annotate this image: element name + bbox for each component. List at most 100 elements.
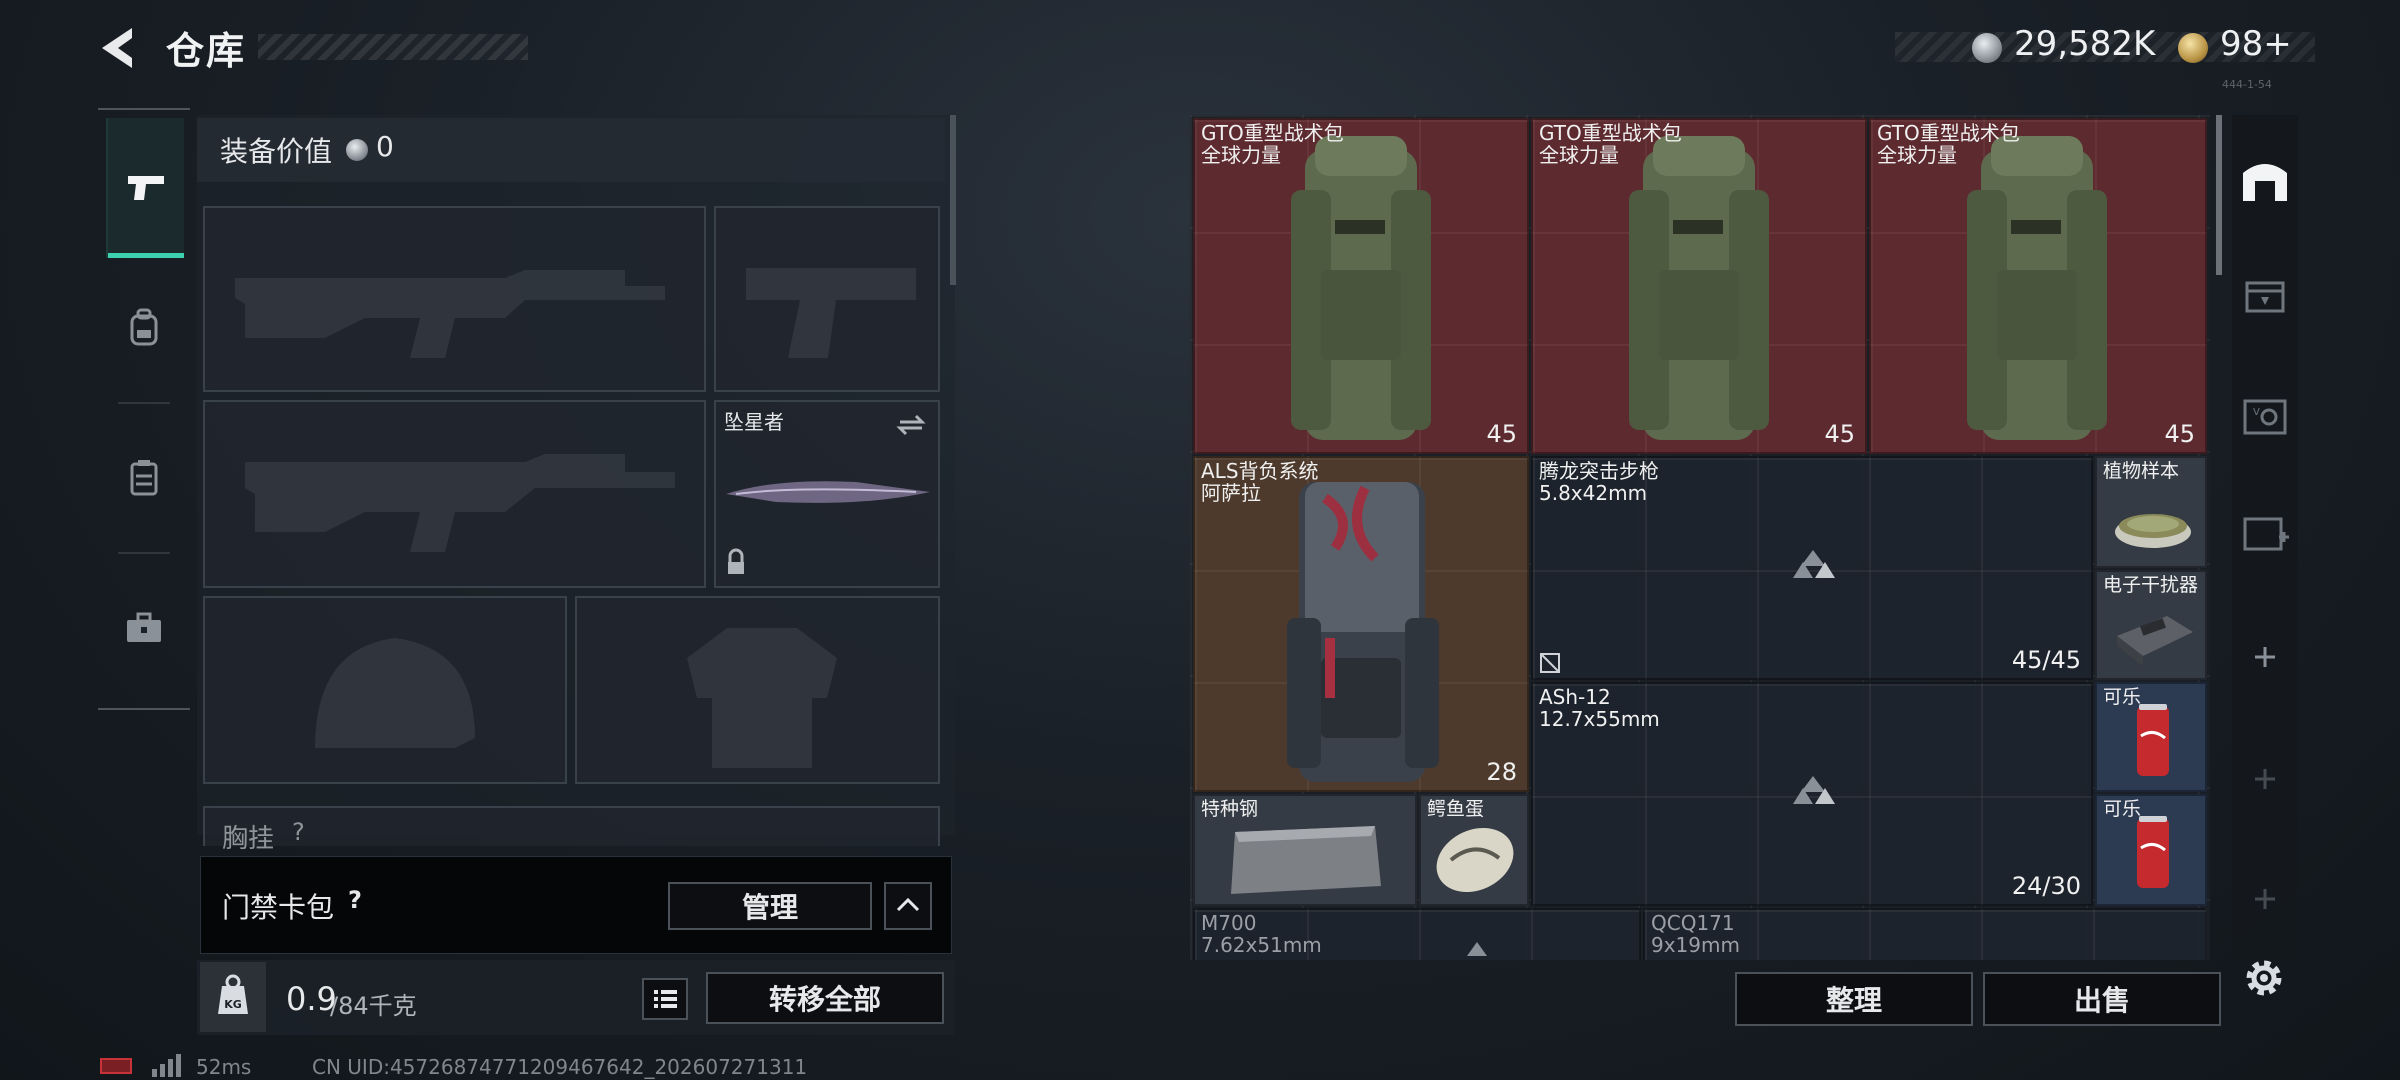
toolbox-icon xyxy=(127,612,161,642)
item-count: 45 xyxy=(1824,420,1855,448)
sell-button[interactable]: 出售 xyxy=(1983,972,2221,1026)
keycard-help-icon[interactable]: ? xyxy=(348,886,362,914)
plus-icon xyxy=(2255,769,2275,789)
stash-item-croc-egg[interactable]: 鳄鱼蛋 xyxy=(1419,794,1529,906)
list-view-button[interactable] xyxy=(642,978,688,1020)
silver-amount: 29,582K xyxy=(2014,24,2156,64)
silver-coin-icon xyxy=(1972,33,2002,63)
stash-item-pistol[interactable]: QCQ171 9x19mm xyxy=(1643,908,2207,960)
add-storage-button[interactable] xyxy=(2232,624,2298,690)
plus-icon xyxy=(2255,889,2275,909)
stash-scrollbar[interactable] xyxy=(2216,115,2222,275)
item-name: 电子干扰器 xyxy=(2103,574,2199,596)
item-name: 鳄鱼蛋 xyxy=(1427,798,1485,820)
item-count: 45 xyxy=(1486,420,1517,448)
loadout-scrollbar[interactable] xyxy=(950,115,956,285)
add-storage-button[interactable] xyxy=(2232,866,2298,932)
gold-coin-icon xyxy=(2178,33,2208,63)
back-button[interactable] xyxy=(96,24,144,72)
knife-icon xyxy=(726,414,930,574)
chest-rig-help[interactable]: ? xyxy=(292,818,305,846)
armor-silhouette-icon xyxy=(687,628,837,768)
stash-item-rifle[interactable]: ASh-12 12.7x55mm 24/30 xyxy=(1531,682,2093,906)
item-name: 可乐 xyxy=(2103,798,2142,820)
battery-icon xyxy=(100,1058,132,1074)
storage-filter-1[interactable] xyxy=(2232,262,2298,328)
equipment-value-amount: 0 xyxy=(376,130,394,163)
gold-amount[interactable]: 98+ xyxy=(2220,24,2292,64)
gear-icon xyxy=(2246,960,2282,996)
settings-button[interactable] xyxy=(2236,950,2292,1006)
backpack-icon xyxy=(130,308,158,346)
item-count: 45 xyxy=(2164,420,2195,448)
stash-item-cola[interactable]: 可乐 xyxy=(2095,794,2207,906)
item-count: 28 xyxy=(1486,758,1517,786)
item-name: M700 7.62x51mm xyxy=(1201,911,1322,957)
svg-text:V: V xyxy=(2253,407,2260,418)
storage-filter-3[interactable] xyxy=(2232,500,2298,566)
primary-weapon-slot[interactable] xyxy=(203,206,706,392)
sidearm-slot[interactable] xyxy=(714,206,940,392)
tab-backpack[interactable] xyxy=(106,258,182,398)
keycard-label: 门禁卡包 xyxy=(222,891,335,924)
storage-filter-2[interactable]: V xyxy=(2232,384,2298,450)
pistol-silhouette-icon xyxy=(746,268,916,358)
melee-slot[interactable]: 坠星者 xyxy=(714,400,940,588)
item-name: ASh-12 12.7x55mm xyxy=(1539,685,1660,731)
uid-text: CN UID:45726874771209467642_202607271311 xyxy=(312,1055,808,1079)
tab-vest[interactable] xyxy=(106,408,182,548)
silver-coin-icon xyxy=(346,139,368,161)
signal-icon xyxy=(152,1054,181,1077)
stash-item-als-bag[interactable]: ALS背负系统 阿萨拉 28 xyxy=(1193,456,1529,792)
back-arrow-icon xyxy=(102,28,132,68)
tab-weapons[interactable] xyxy=(106,118,184,258)
item-name: GTO重型战术包 全球力量 xyxy=(1877,121,2020,167)
stash-item-rifle[interactable]: 腾龙突击步枪 5.8x42mm 45/45 xyxy=(1531,456,2093,680)
backpack-icon xyxy=(1629,136,1769,440)
helmet-slot[interactable] xyxy=(203,596,567,784)
collapse-button[interactable] xyxy=(884,882,932,930)
sort-button[interactable]: 整理 xyxy=(1735,972,1973,1026)
stash-item-cola[interactable]: 可乐 xyxy=(2095,682,2207,792)
manage-button[interactable]: 管理 xyxy=(668,882,872,930)
armor-slot[interactable] xyxy=(575,596,940,784)
transfer-all-button[interactable]: 转移全部 xyxy=(706,972,944,1024)
item-name: ALS背负系统 阿萨拉 xyxy=(1201,459,1319,505)
item-count: 24/30 xyxy=(2011,872,2081,900)
item-name: 特种钢 xyxy=(1201,798,1259,820)
weight-icon: KG xyxy=(218,974,248,1014)
item-name: 腾龙突击步枪 5.8x42mm xyxy=(1539,459,1659,505)
weight-max: /84千克 xyxy=(330,992,417,1020)
title-decoration xyxy=(258,34,528,60)
plus-icon xyxy=(2255,647,2275,667)
stash-item-plant-sample[interactable]: 植物样本 xyxy=(2095,456,2207,568)
list-icon xyxy=(654,990,677,1008)
item-name: 可乐 xyxy=(2103,686,2142,708)
chest-rig-slot[interactable] xyxy=(203,806,940,846)
tab-toolbox[interactable] xyxy=(106,558,182,698)
stash-item-jammer[interactable]: 电子干扰器 xyxy=(2095,570,2207,680)
rifle-silhouette-icon xyxy=(235,270,665,358)
backpack-icon xyxy=(1287,482,1439,782)
page-title: 仓库 xyxy=(166,29,247,73)
stash-item-sniper[interactable]: M700 7.62x51mm xyxy=(1193,908,1641,960)
storage-main-button[interactable] xyxy=(2232,146,2298,212)
stash-item-special-steel[interactable]: 特种钢 xyxy=(1193,794,1417,906)
stash-item-gto-bag[interactable]: GTO重型战术包 全球力量 45 xyxy=(1869,118,2207,454)
stash-item-gto-bag[interactable]: GTO重型战术包 全球力量 45 xyxy=(1193,118,1529,454)
safe-icon: V xyxy=(2243,399,2287,435)
add-storage-button[interactable] xyxy=(2232,746,2298,812)
chevron-up-icon xyxy=(896,897,920,912)
equipment-value-label: 装备价值 xyxy=(220,135,333,168)
rifle-silhouette-icon xyxy=(245,454,675,552)
item-name: GTO重型战术包 全球力量 xyxy=(1539,121,1682,167)
stash-item-gto-bag[interactable]: GTO重型战术包 全球力量 45 xyxy=(1531,118,1867,454)
secondary-weapon-slot[interactable] xyxy=(203,400,706,588)
chest-rig-label: 胸挂 xyxy=(222,824,275,854)
weight-icon-box: KG xyxy=(200,962,266,1032)
build-id: 444-1-54 xyxy=(2222,78,2272,91)
box-icon xyxy=(2245,281,2285,313)
ping-text: 52ms xyxy=(196,1055,252,1079)
left-nav xyxy=(98,108,190,712)
medical-box-icon xyxy=(2243,517,2289,551)
